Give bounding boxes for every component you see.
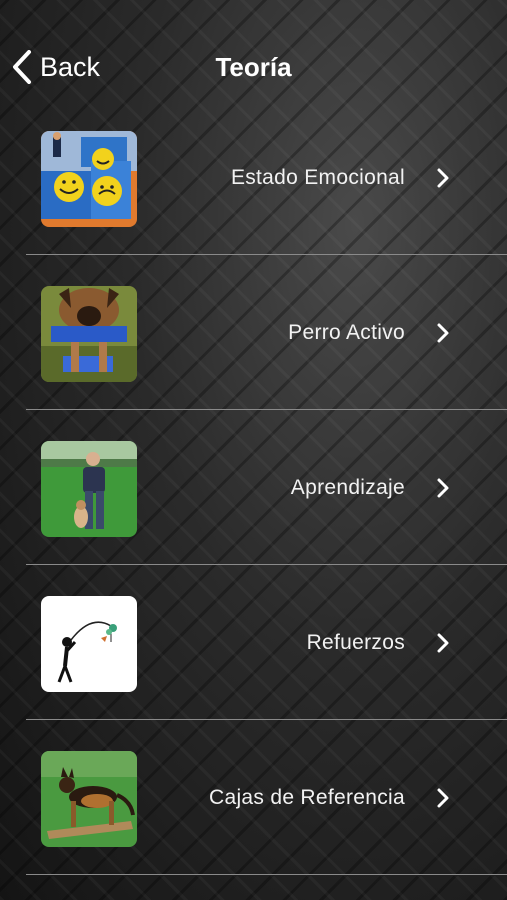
chevron-right-icon [437,633,449,653]
list-item-label: Perro Activo [288,321,405,344]
chevron-right-icon [437,478,449,498]
german-shepherd-on-box-image [41,751,137,847]
list-item-perro-activo[interactable]: Perro Activo [0,255,507,410]
dog-closeup-image [41,286,137,382]
stick-figure-fishing-image [41,596,137,692]
chevron-right-icon [437,168,449,188]
theory-list: Estado Emocional Perro Activo Aprendizaj… [0,100,507,875]
list-item-aprendizaje[interactable]: Aprendizaje [0,410,507,565]
list-item-label: Estado Emocional [230,166,405,189]
smiley-blocks-image [41,131,137,227]
list-item-label: Aprendizaje [290,476,405,499]
row-divider [26,874,507,875]
list-item-label: Refuerzos [306,631,405,654]
list-item-estado-emocional[interactable]: Estado Emocional [0,100,507,255]
list-item-label: Cajas de Referencia [209,786,405,809]
list-item-refuerzos[interactable]: Refuerzos [0,565,507,720]
man-with-dog-image [41,441,137,537]
chevron-right-icon [437,788,449,808]
chevron-right-icon [437,323,449,343]
page-title: Teoría [215,52,292,82]
list-item-cajas-de-referencia[interactable]: Cajas de Referencia [0,720,507,875]
